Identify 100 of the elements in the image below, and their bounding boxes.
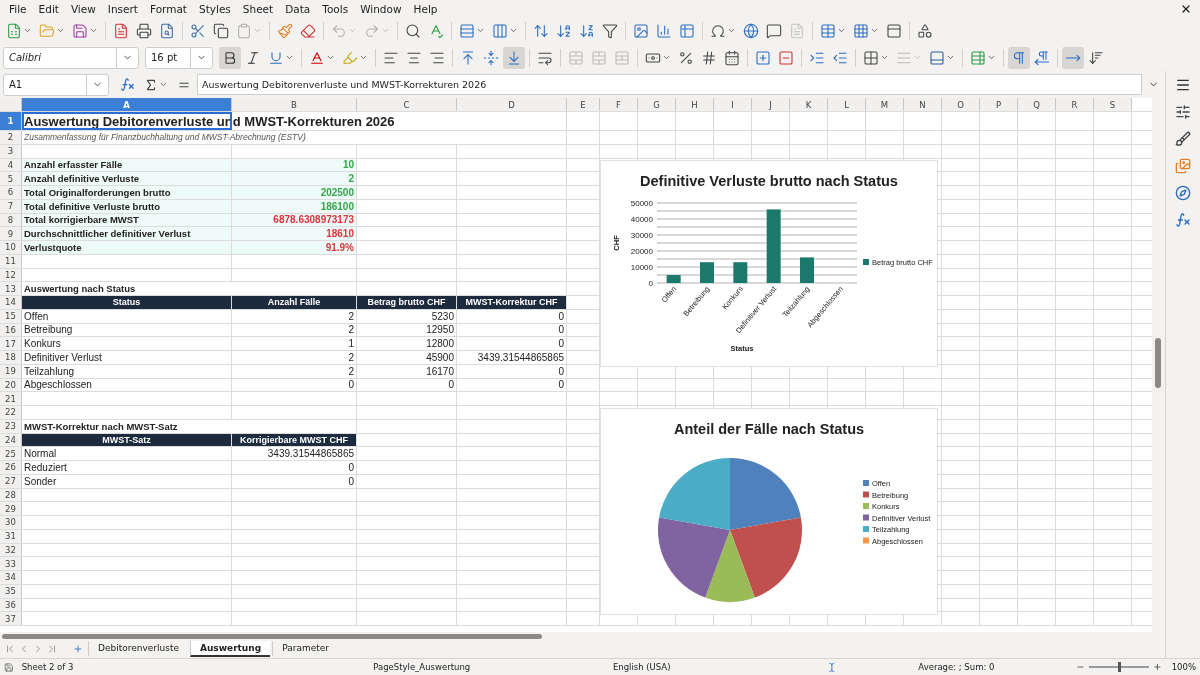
sheet-tab[interactable]: Debitorenverluste <box>88 641 188 657</box>
column-header[interactable]: K <box>790 98 828 111</box>
sheet-tab[interactable]: Auswertung <box>190 641 271 657</box>
menu-item[interactable]: Format <box>144 2 192 15</box>
menu-item[interactable]: File <box>4 2 32 15</box>
column-header[interactable]: N <box>904 98 942 111</box>
table-cell: 0 <box>457 378 567 392</box>
table-cell: 12950 <box>357 323 457 337</box>
table-cell: 2 <box>232 323 357 337</box>
table-cell: 2 <box>232 364 357 378</box>
table-cell: 0 <box>457 323 567 337</box>
sheet-position-text: Sheet 2 of 3 <box>21 662 75 672</box>
row-header[interactable]: 26 <box>0 461 22 474</box>
column-header[interactable]: H <box>676 98 714 111</box>
column-header[interactable]: O <box>942 98 980 111</box>
table-cell: 0 <box>457 364 567 378</box>
column-header[interactable]: D <box>457 98 567 111</box>
column-header[interactable]: S <box>1094 98 1132 111</box>
chart-title: Definitive Verluste brutto nach Status <box>640 173 898 189</box>
section-heading: Auswertung nach Status <box>22 282 357 295</box>
table-header-cell: Anzahl Fälle <box>232 296 357 309</box>
row-header[interactable]: 18 <box>0 351 22 364</box>
menu-item[interactable]: Tools <box>317 2 354 15</box>
table-cell: 2 <box>232 351 357 364</box>
row-header[interactable]: 9 <box>0 227 22 240</box>
axis-tick-label: 0 <box>648 279 653 288</box>
page-style-text: PageStyle_Auswertung <box>372 662 472 672</box>
column-header[interactable]: C <box>357 98 457 111</box>
summary-label: Durchschnittlicher definitiver Verlust <box>22 227 232 240</box>
summary-value: 91.9% <box>232 241 357 254</box>
language-text: English (USA) <box>611 662 672 672</box>
row-header[interactable]: 5 <box>0 172 22 185</box>
menu-item[interactable]: View <box>65 2 101 15</box>
menu-item[interactable]: Styles <box>194 2 236 15</box>
summary-value: 2 <box>232 172 357 185</box>
name-box[interactable]: A1 <box>3 73 109 96</box>
axis-tick-label: 50000 <box>630 199 653 208</box>
row-header[interactable]: 34 <box>0 571 22 584</box>
table-cell: Offen <box>22 309 232 323</box>
row-header[interactable]: 29 <box>0 502 22 515</box>
table-header-cell: Status <box>22 296 232 309</box>
table-cell: 0 <box>457 309 567 323</box>
column-header[interactable]: J <box>752 98 790 111</box>
row-header[interactable]: 2 <box>0 131 22 144</box>
row-header[interactable]: 6 <box>0 186 22 199</box>
column-header[interactable]: R <box>1056 98 1094 111</box>
chart-title: Anteil der Fälle nach Status <box>673 421 865 437</box>
row-header[interactable]: 1 <box>0 112 22 130</box>
column-header[interactable]: M <box>866 98 904 111</box>
table-header-cell: Betrag brutto CHF <box>357 296 457 309</box>
formula-input[interactable]: Auswertung Debitorenverluste und MWST-Korrekturen 2026 <box>197 74 1142 95</box>
column-header[interactable]: E <box>567 98 600 111</box>
row-header[interactable]: 21 <box>0 392 22 405</box>
row-header[interactable]: 22 <box>0 406 22 419</box>
column-header[interactable]: A <box>22 98 232 111</box>
table-cell: 0 <box>232 474 357 488</box>
table-cell: 5230 <box>357 309 457 323</box>
table-cell: 0 <box>457 337 567 350</box>
table-cell: 1 <box>232 337 357 350</box>
column-header[interactable]: I <box>714 98 752 111</box>
section-heading: MWST-Korrektur nach MWST-Satz <box>22 419 357 433</box>
row-header[interactable]: 33 <box>0 557 22 570</box>
table-cell: 2 <box>232 309 357 323</box>
column-header[interactable]: F <box>600 98 638 111</box>
axis-tick-label: 40000 <box>630 215 653 224</box>
row-header[interactable]: 25 <box>0 447 22 460</box>
table-cell: Reduziert <box>22 461 232 474</box>
menu-item[interactable]: Help <box>408 2 443 15</box>
row-header[interactable]: 10 <box>0 241 22 254</box>
table-cell: 45900 <box>357 351 457 364</box>
row-header[interactable]: 17 <box>0 337 22 350</box>
sheet-tab[interactable]: Parameter <box>272 641 338 657</box>
summary-label: Total Originalforderungen brutto <box>22 186 232 199</box>
column-header[interactable]: G <box>638 98 676 111</box>
column-header[interactable]: B <box>232 98 357 111</box>
row-header[interactable]: 30 <box>0 516 22 529</box>
summary-label: Anzahl definitive Verluste <box>22 172 232 185</box>
menu-item[interactable]: Window <box>355 2 407 15</box>
summary-value: 202500 <box>232 186 357 199</box>
selection-summary-text: Average: ; Sum: 0 <box>917 662 996 672</box>
table-cell: Teilzahlung <box>22 364 232 378</box>
table-cell: 0 <box>232 378 357 392</box>
row-header[interactable]: 37 <box>0 612 22 625</box>
axis-tick-label: 20000 <box>630 247 653 256</box>
menu-item[interactable]: Sheet <box>237 2 279 15</box>
menu-item[interactable]: Data <box>280 2 316 15</box>
table-cell: Betreibung <box>22 323 232 337</box>
menu-item[interactable]: Insert <box>102 2 143 15</box>
column-header[interactable]: P <box>980 98 1018 111</box>
font-size-box[interactable]: 16 pt <box>145 46 213 69</box>
font-name-box[interactable]: Calibri <box>3 46 139 69</box>
menu-item[interactable]: Edit <box>33 2 64 15</box>
table-cell: 0 <box>357 378 457 392</box>
table-cell: 3439.31544865865 <box>232 447 357 460</box>
summary-label: Verlustquote <box>22 241 232 254</box>
row-header[interactable]: 14 <box>0 296 22 309</box>
column-header[interactable]: L <box>828 98 866 111</box>
summary-value: 18610 <box>232 227 357 240</box>
row-header[interactable]: 13 <box>0 282 22 295</box>
column-header[interactable]: Q <box>1018 98 1056 111</box>
